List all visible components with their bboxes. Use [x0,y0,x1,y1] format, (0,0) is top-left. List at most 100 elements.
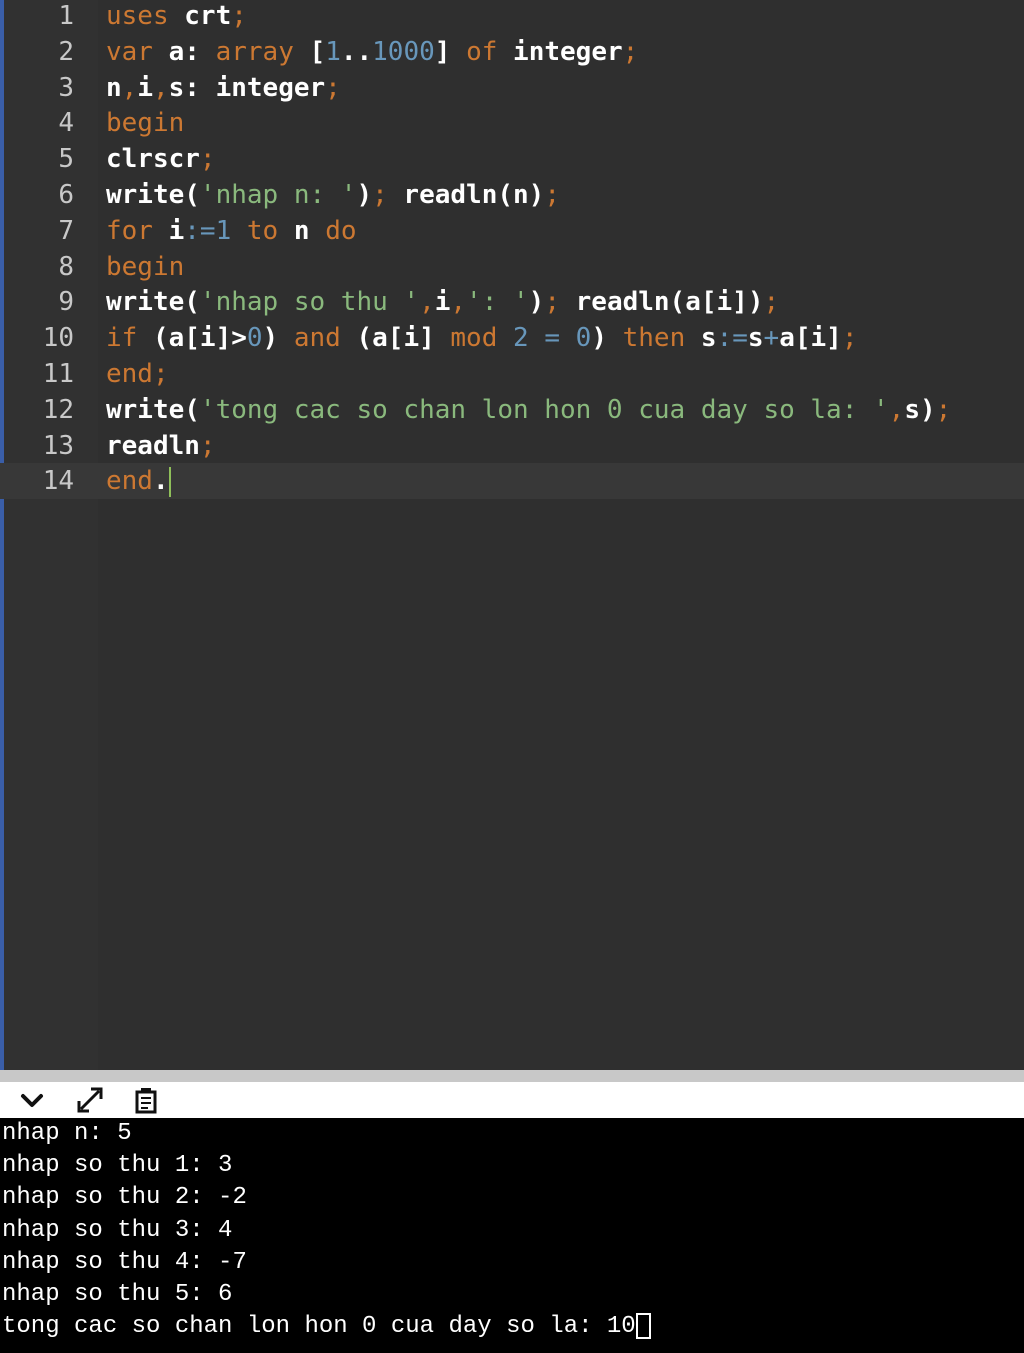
code-text[interactable]: end. [106,463,171,499]
console-line: nhap n: 5 [2,1118,132,1150]
clear-console-button[interactable] [130,1086,162,1114]
code-token: 1000 [372,36,435,67]
code-token: s [747,323,764,354]
code-token: ; [231,1,247,31]
console-toolbar [0,1082,1024,1118]
code-token: [ [293,36,326,67]
code-token: readln(a[i]) [559,287,764,318]
code-token: ; [372,180,388,210]
code-token: i [434,287,451,318]
chevron-down-icon [21,1094,43,1107]
code-token: 'nhap so thu ' [199,287,420,318]
line-number: 6 [58,180,74,210]
line-number: 11 [42,359,74,389]
code-token: ; [199,430,216,461]
code-text[interactable]: readln; [106,428,216,464]
code-token: i [152,215,185,246]
code-line[interactable]: 3 n,i,s: integer; [0,70,1024,106]
code-text[interactable]: var a: array [1..1000] of integer; [106,34,638,70]
code-text[interactable]: write('tong cac so chan lon hon 0 cua da… [106,392,951,428]
console-output[interactable]: nhap n: 5 nhap so thu 1: 3 nhap so thu 2: … [0,1118,1024,1353]
code-token: ) [262,323,294,354]
code-line[interactable]: 12 write('tong cac so chan lon hon 0 cua … [0,392,1024,428]
code-line[interactable]: 2 var a: array [1..1000] of integer; [0,34,1024,70]
code-text[interactable]: for i:=1 to n do [106,213,357,249]
panel-splitter[interactable] [0,1070,1024,1082]
code-token: = [544,323,560,354]
code-line[interactable]: 6 write('nhap n: '); readln(n); [0,177,1024,213]
line-number: 9 [58,287,74,318]
console-line-text: nhap so thu 4: -7 [2,1248,247,1276]
console-line: nhap so thu 1: 3 [2,1150,232,1182]
console-line-text: nhap so thu 3: 4 [2,1216,233,1244]
code-token: if [106,323,138,354]
code-token: ; [152,359,169,389]
code-text[interactable]: end; [106,356,169,392]
code-token: (a[i] [340,323,451,354]
code-token: end [106,466,153,497]
code-text[interactable]: begin [106,249,184,285]
code-line[interactable]: 4 begin [0,105,1024,141]
code-line[interactable]: 7 for i:=1 to n do [0,213,1024,249]
code-editor[interactable]: 1 uses crt; 2 var a: array [1..1000] of int… [0,0,1024,1070]
code-line[interactable]: 13 readln; [0,428,1024,464]
code-token: 0 [246,323,263,354]
console-cursor [635,1312,651,1339]
code-token: i [137,72,153,103]
console-line-text: nhap so thu 5: 6 [2,1281,233,1308]
code-token: n [106,72,122,103]
code-text[interactable]: clrscr; [106,141,216,177]
code-line[interactable]: 1 uses crt; [0,0,1024,34]
code-token: (a[i]> [137,323,247,354]
code-token: a[i] [779,323,842,354]
code-token: ': ' [466,287,529,318]
code-token: 1 [215,215,232,246]
code-line[interactable]: 5 clrscr; [0,141,1024,177]
console-line: nhap so thu 4: -7 [2,1247,247,1279]
console-line-text: nhap so thu 2: -2 [2,1184,247,1212]
code-text[interactable]: write('nhap so thu ',i,': '); readln(a[i… [106,284,779,320]
code-token: . [152,466,169,497]
code-token: integer [497,36,623,67]
code-text[interactable]: if (a[i]>0) and (a[i] mod 2 = 0) then s:… [106,320,857,356]
line-number: 13 [42,430,74,461]
code-token: := [184,215,216,246]
code-token: := [716,323,748,354]
console-line: nhap so thu 3: 4 [2,1215,232,1247]
code-token: begin [106,251,185,282]
code-token: , [121,72,138,103]
code-token: s [685,323,717,354]
clear-console-icon [135,1088,157,1114]
code-text[interactable]: n,i,s: integer; [106,70,341,106]
code-line[interactable]: 8 begin [0,249,1024,285]
code-token: var [106,36,153,67]
line-number: 10 [42,323,74,354]
code-line[interactable]: 14 end. [0,463,1024,500]
code-token: for [106,215,153,246]
line-number: 5 [58,144,74,175]
code-line[interactable]: 9 write('nhap so thu ',i,': '); readln(a[… [0,284,1024,320]
code-token: write( [106,180,200,210]
code-text[interactable]: write('nhap n: '); readln(n); [106,177,560,213]
code-text[interactable]: begin [106,105,184,141]
code-token: write( [106,394,200,425]
code-token: to [246,215,279,246]
code-line[interactable]: 10 if (a[i]>0) and (a[i] mod 2 = 0) then … [0,320,1024,356]
code-token: ) [356,180,373,210]
code-token: begin [106,108,185,139]
code-token: ; [544,180,560,210]
code-token: ; [935,394,952,425]
code-line[interactable]: 11 end; [0,356,1024,392]
code-token: 0 [575,323,592,354]
code-token: s) [904,394,936,425]
code-token: ) [591,323,623,354]
code-token: , [152,72,169,103]
code-token: readln [106,430,200,461]
console-line: tong cac so chan lon hon 0 cua day so la… [2,1311,651,1343]
code-token: ] [434,36,467,67]
expand-console-button[interactable] [74,1086,106,1114]
code-text[interactable]: uses crt; [106,0,247,34]
collapse-console-button[interactable] [16,1086,48,1114]
